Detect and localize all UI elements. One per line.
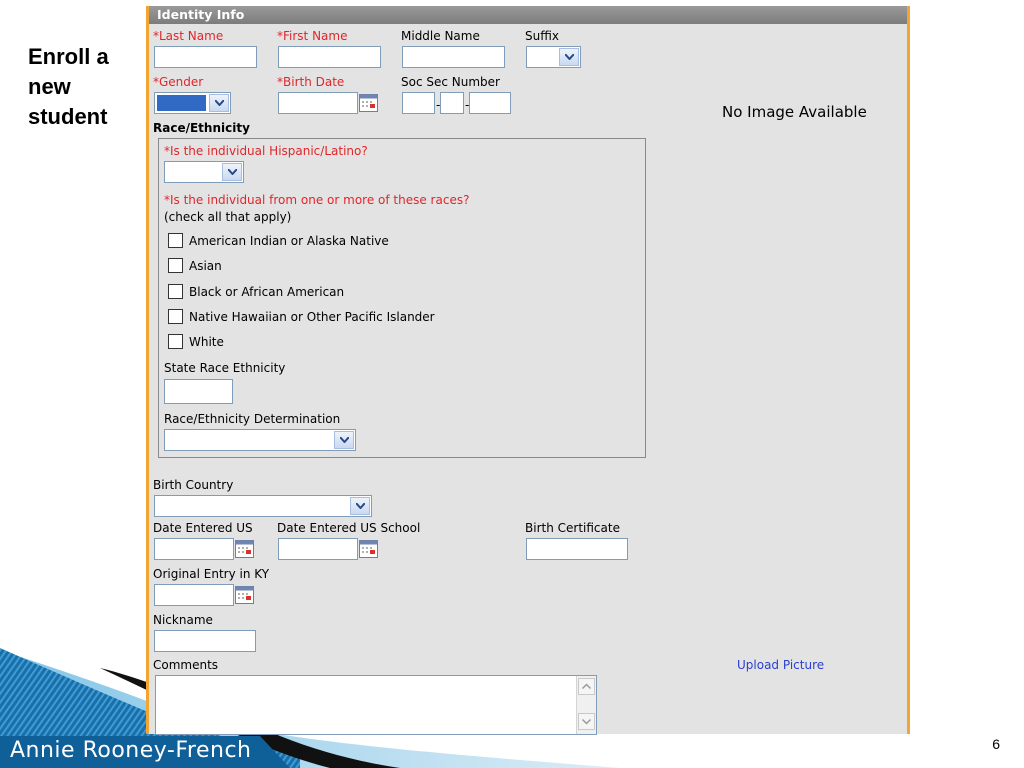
comments-scrollbar[interactable] (576, 676, 596, 734)
author-name: Annie Rooney-French (10, 738, 252, 763)
birth-country-select[interactable] (154, 495, 372, 517)
birth-country-label: Birth Country (153, 478, 234, 492)
no-image-text: No Image Available (722, 103, 867, 121)
ssn-part3-input[interactable] (469, 92, 511, 114)
page-number: 6 (992, 736, 1000, 752)
chevron-down-icon (559, 48, 579, 66)
race-ethnicity-heading: Race/Ethnicity (153, 121, 250, 135)
race-option-label: White (189, 335, 224, 349)
suffix-label: Suffix (525, 29, 559, 43)
last-name-label: *Last Name (153, 29, 224, 43)
original-entry-ky-label: Original Entry in KY (153, 567, 270, 581)
race-determination-label: Race/Ethnicity Determination (164, 412, 341, 426)
calendar-icon[interactable] (359, 540, 378, 558)
chevron-down-icon (581, 718, 592, 725)
identity-info-panel: Identity Info *Last Name *First Name Mid… (146, 6, 910, 735)
race-option-label: Native Hawaiian or Other Pacific Islande… (189, 310, 435, 324)
first-name-label: *First Name (277, 29, 348, 43)
gender-label: *Gender (153, 75, 204, 89)
nickname-label: Nickname (153, 613, 213, 627)
state-race-ethnicity-input[interactable] (164, 379, 233, 404)
check-all-hint: (check all that apply) (164, 210, 292, 224)
scroll-up-button[interactable] (578, 678, 595, 695)
race-option-label: Black or African American (189, 285, 345, 299)
calendar-icon[interactable] (235, 586, 254, 604)
scroll-down-button[interactable] (578, 713, 595, 730)
original-entry-ky-input[interactable] (154, 584, 234, 606)
slide-title: Enroll a new student (28, 44, 109, 129)
chevron-down-icon (350, 497, 370, 515)
gender-select[interactable] (154, 92, 231, 114)
nickname-input[interactable] (154, 630, 256, 652)
checkbox[interactable] (168, 334, 183, 349)
checkbox[interactable] (168, 284, 183, 299)
ssn-label: Soc Sec Number (401, 75, 500, 89)
date-entered-us-school-label: Date Entered US School (277, 521, 421, 535)
race-ethnicity-group: *Is the individual Hispanic/Latino? *Is … (158, 138, 646, 458)
birth-certificate-label: Birth Certificate (525, 521, 620, 535)
comments-label: Comments (153, 658, 219, 672)
selected-value-highlight (157, 95, 206, 111)
panel-header: Identity Info (149, 6, 907, 24)
checkbox[interactable] (168, 309, 183, 324)
checkbox[interactable] (168, 258, 183, 273)
race-determination-select[interactable] (164, 429, 356, 451)
birth-certificate-input[interactable] (526, 538, 628, 560)
chevron-down-icon (334, 431, 354, 449)
race-option-label: American Indian or Alaska Native (189, 234, 389, 248)
races-question: *Is the individual from one or more of t… (164, 193, 470, 207)
middle-name-input[interactable] (402, 46, 505, 68)
date-entered-us-school-input[interactable] (278, 538, 358, 560)
upload-picture-link[interactable]: Upload Picture (737, 658, 824, 672)
birth-date-input[interactable] (278, 92, 358, 114)
ssn-part2-input[interactable] (440, 92, 464, 114)
comments-textarea[interactable] (155, 675, 597, 735)
chevron-down-icon (222, 163, 242, 181)
date-entered-us-input[interactable] (154, 538, 234, 560)
race-option-label: Asian (189, 259, 222, 273)
middle-name-label: Middle Name (401, 29, 480, 43)
calendar-icon[interactable] (235, 540, 254, 558)
checkbox[interactable] (168, 233, 183, 248)
chevron-down-icon (209, 94, 229, 112)
state-race-ethnicity-label: State Race Ethnicity (164, 361, 286, 375)
ssn-part1-input[interactable] (402, 92, 435, 114)
birth-date-label: *Birth Date (277, 75, 345, 89)
hispanic-question: *Is the individual Hispanic/Latino? (164, 144, 368, 158)
date-entered-us-label: Date Entered US (153, 521, 253, 535)
first-name-input[interactable] (278, 46, 381, 68)
suffix-select[interactable] (526, 46, 581, 68)
hispanic-select[interactable] (164, 161, 244, 183)
last-name-input[interactable] (154, 46, 257, 68)
calendar-icon[interactable] (359, 94, 378, 112)
chevron-up-icon (581, 683, 592, 690)
